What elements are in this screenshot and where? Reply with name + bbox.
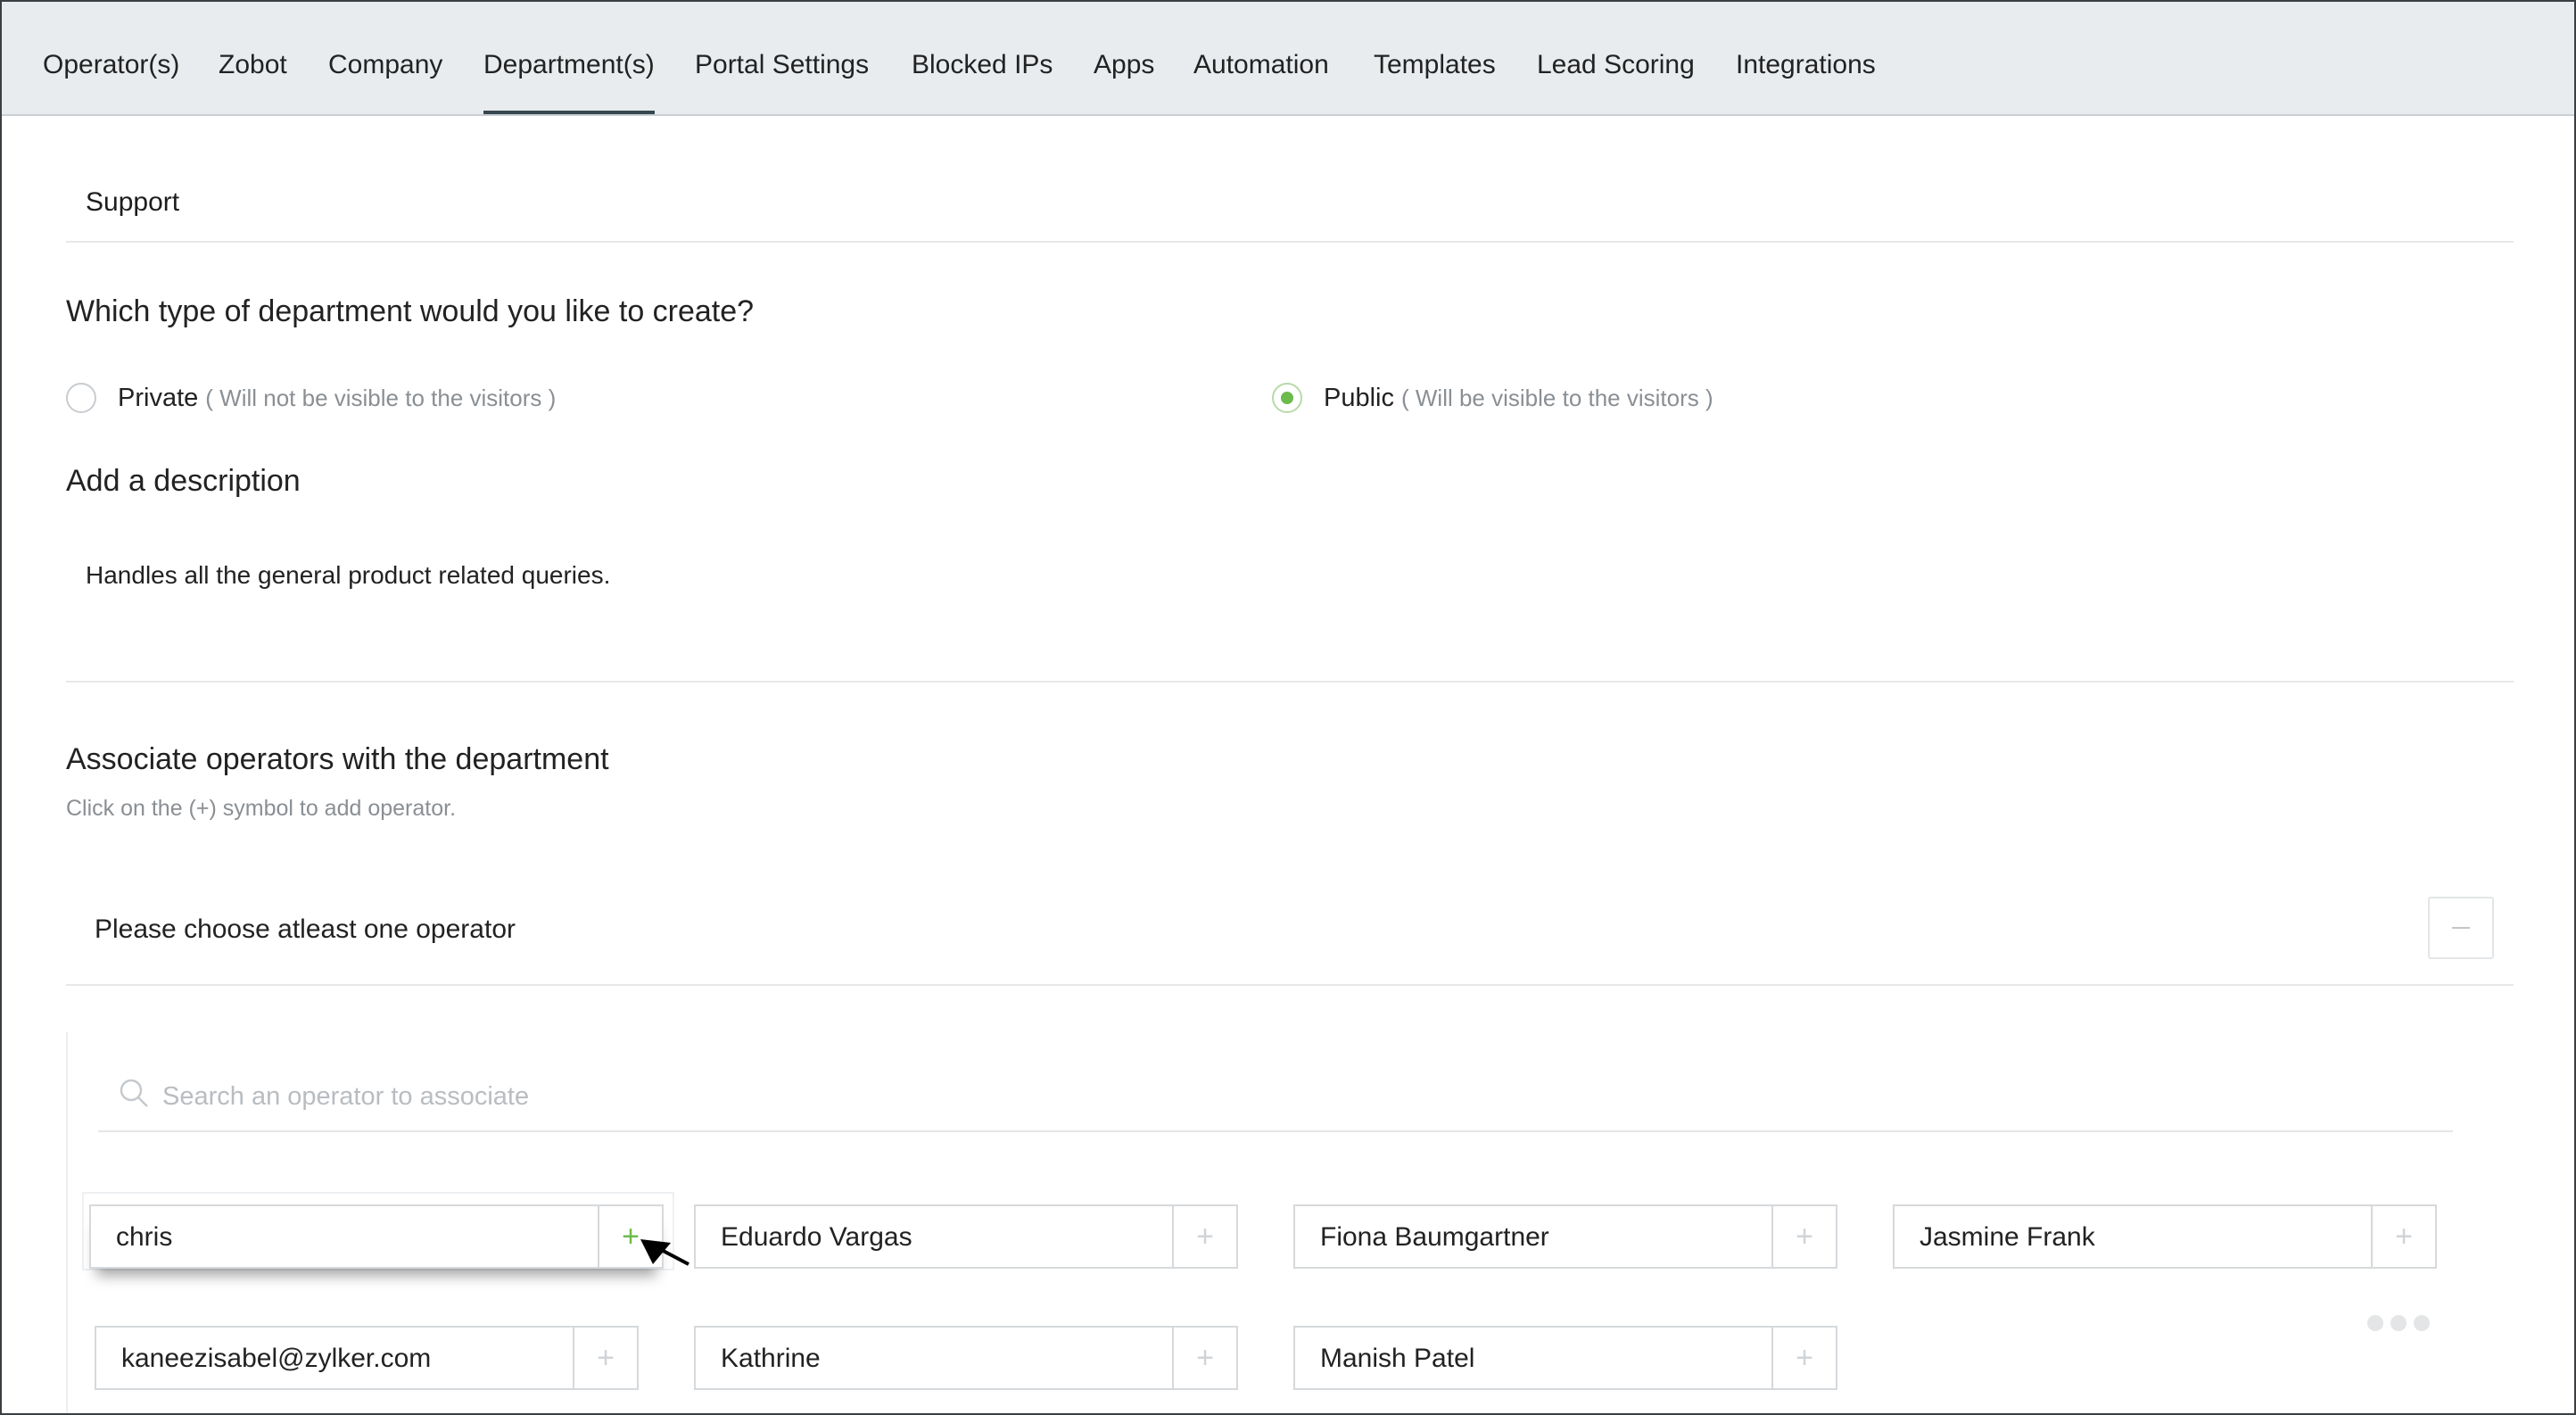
tab-integrations[interactable]: Integrations xyxy=(1736,50,1876,80)
add-operator-button[interactable]: + xyxy=(1172,1206,1236,1267)
tab-templates[interactable]: Templates xyxy=(1374,50,1496,80)
operator-card: Kathrine + xyxy=(694,1326,1238,1390)
operator-card: chris + xyxy=(89,1204,664,1269)
operator-card: Jasmine Frank + xyxy=(1893,1204,2437,1269)
radio-private-hint: ( Will not be visible to the visitors ) xyxy=(205,384,557,411)
top-nav: Operator(s) Zobot Company Department(s) … xyxy=(2,2,2574,116)
loading-dots xyxy=(2367,1315,2430,1331)
description-title: Add a description xyxy=(66,464,301,498)
operator-card: kaneezisabel@zylker.com + xyxy=(95,1326,639,1390)
tab-lead-scoring[interactable]: Lead Scoring xyxy=(1537,50,1695,80)
no-operator-message: Please choose atleast one operator xyxy=(95,914,516,944)
add-operator-button[interactable]: + xyxy=(573,1328,637,1388)
operator-name: Manish Patel xyxy=(1320,1344,1475,1373)
add-operator-button[interactable]: + xyxy=(1771,1328,1836,1388)
operator-name: Fiona Baumgartner xyxy=(1320,1222,1549,1252)
operator-search-input[interactable] xyxy=(162,1077,2303,1116)
radio-public-hint: ( Will be visible to the visitors ) xyxy=(1401,384,1713,411)
tab-operators[interactable]: Operator(s) xyxy=(43,50,179,80)
operator-name: Kathrine xyxy=(721,1344,821,1373)
radio-public-option[interactable]: Public ( Will be visible to the visitors… xyxy=(1272,380,1713,416)
radio-public-label: Public xyxy=(1324,383,1394,412)
associate-operators-hint: Click on the (+) symbol to add operator. xyxy=(66,796,457,821)
associate-operators-title: Associate operators with the department xyxy=(66,742,609,776)
add-operator-button[interactable]: + xyxy=(1771,1206,1836,1267)
add-operator-button[interactable]: + xyxy=(2371,1206,2435,1267)
radio-private[interactable] xyxy=(66,383,96,413)
tab-company[interactable]: Company xyxy=(328,50,442,80)
operator-name: kaneezisabel@zylker.com xyxy=(121,1344,432,1373)
app-frame: Operator(s) Zobot Company Department(s) … xyxy=(0,0,2576,1415)
operator-search xyxy=(98,1077,2453,1132)
search-icon xyxy=(120,1079,148,1107)
description-field[interactable]: Handles all the general product related … xyxy=(66,524,2514,683)
tab-portal-settings[interactable]: Portal Settings xyxy=(695,50,869,80)
minus-icon xyxy=(2452,927,2470,929)
department-name-value: Support xyxy=(86,187,180,217)
operator-name: chris xyxy=(116,1222,173,1252)
operator-card: Manish Patel + xyxy=(1293,1326,1837,1390)
department-name-field[interactable]: Support xyxy=(66,136,2514,243)
tab-automation[interactable]: Automation xyxy=(1193,50,1329,80)
collapse-button[interactable] xyxy=(2428,897,2494,959)
operator-card: Eduardo Vargas + xyxy=(694,1204,1238,1269)
tab-zobot[interactable]: Zobot xyxy=(219,50,287,80)
radio-private-option[interactable]: Private ( Will not be visible to the vis… xyxy=(66,380,556,416)
mouse-pointer-icon xyxy=(640,1239,689,1266)
operator-name: Eduardo Vargas xyxy=(721,1222,912,1252)
department-type-question: Which type of department would you like … xyxy=(66,294,755,328)
add-operator-button[interactable]: + xyxy=(1172,1328,1236,1388)
radio-public[interactable] xyxy=(1272,383,1302,413)
selected-operators-row: Please choose atleast one operator xyxy=(66,881,2514,986)
tab-blocked-ips[interactable]: Blocked IPs xyxy=(912,50,1053,80)
operator-card: Fiona Baumgartner + xyxy=(1293,1204,1837,1269)
tab-apps[interactable]: Apps xyxy=(1094,50,1154,80)
radio-private-label: Private xyxy=(118,383,199,412)
operator-name: Jasmine Frank xyxy=(1920,1222,2095,1252)
tab-departments[interactable]: Department(s) xyxy=(483,50,655,114)
description-text: Handles all the general product related … xyxy=(86,561,611,589)
